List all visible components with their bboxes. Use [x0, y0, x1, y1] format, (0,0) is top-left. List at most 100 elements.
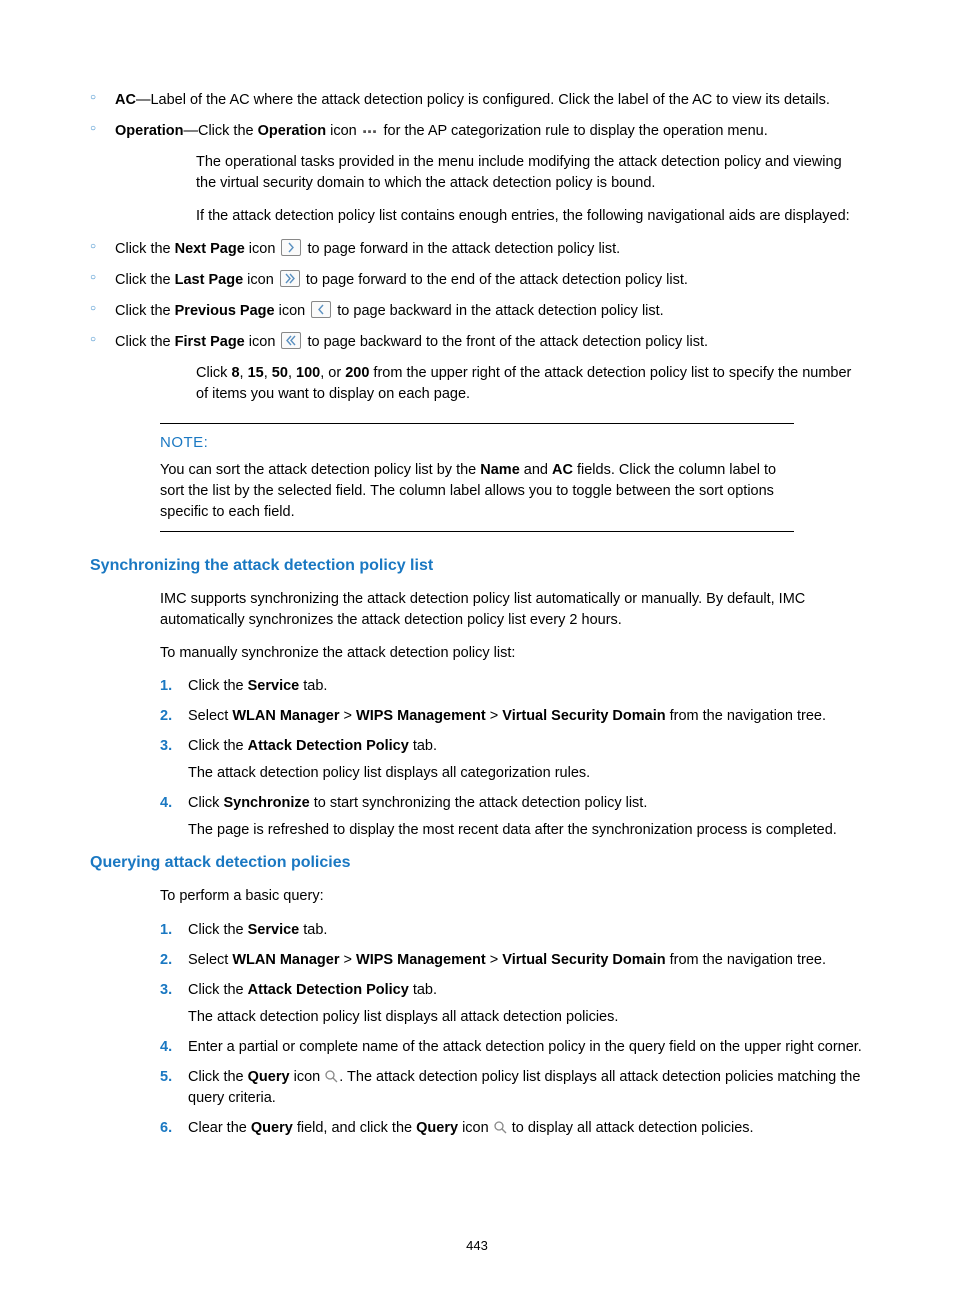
last-page-icon [280, 270, 300, 287]
nav-mid: icon [275, 303, 310, 319]
step-bold: Attack Detection Policy [248, 738, 409, 754]
prev-page-icon [311, 301, 331, 318]
step-text: Select [188, 708, 232, 724]
step-bold: Service [248, 922, 300, 938]
page-size-option: 15 [248, 365, 264, 381]
step-item: 4. Click Synchronize to start synchronizi… [160, 793, 864, 841]
navigation-aids-list: Click the Next Page icon to page forward… [90, 239, 864, 353]
step-text: tab. [299, 922, 327, 938]
step-text: from the navigation tree. [666, 708, 826, 724]
step-text: > [486, 952, 503, 968]
step-text: Click the [188, 678, 248, 694]
operation-label: Operation [115, 123, 183, 139]
note-separator-bottom [160, 531, 794, 532]
step-bold: WIPS Management [356, 708, 486, 724]
step-body: Click the Service tab. [188, 922, 327, 938]
step-item: 3.Click the Attack Detection Policy tab.… [160, 980, 864, 1028]
step-text: Click the [188, 738, 248, 754]
sync-intro-2: To manually synchronize the attack detec… [160, 643, 864, 664]
step-item: 1.Click the Service tab. [160, 920, 864, 941]
nav-bullet: Click the Last Page icon to page forward… [90, 270, 864, 291]
step-bold: WLAN Manager [232, 708, 339, 724]
query-search-icon [324, 1069, 339, 1084]
query-search-icon [493, 1120, 508, 1135]
op-b1: Operation [258, 123, 326, 139]
step-text: > [340, 708, 357, 724]
step-sub: The attack detection policy list display… [188, 763, 864, 784]
note-b1: Name [480, 462, 520, 478]
note-block: NOTE: You can sort the attack detection … [160, 423, 794, 532]
nav-mid: icon [245, 241, 280, 257]
step-body: Click Synchronize to start synchronizing… [188, 795, 647, 811]
step-number: 4. [160, 1037, 172, 1058]
step-item: 2.Select WLAN Manager > WIPS Management … [160, 706, 864, 727]
step-number: 5. [160, 1067, 172, 1088]
querying-heading: Querying attack detection policies [90, 851, 864, 874]
operational-tasks-paragraph: The operational tasks provided in the me… [196, 152, 864, 194]
step-text: icon [458, 1120, 493, 1136]
nav-bold: First Page [175, 334, 245, 350]
note-title: NOTE: [160, 432, 794, 454]
nav-after: to page forward to the end of the attack… [302, 272, 688, 288]
note-b2: AC [552, 462, 573, 478]
step-bold: Synchronize [223, 795, 309, 811]
step-bold: WIPS Management [356, 952, 486, 968]
first-page-icon [281, 332, 301, 349]
step-text: tab. [299, 678, 327, 694]
p3-pre: Click [196, 365, 231, 381]
nav-pre: Click the [115, 334, 175, 350]
step-bold: WLAN Manager [232, 952, 339, 968]
step-bold: Virtual Security Domain [502, 708, 665, 724]
step-number: 2. [160, 950, 172, 971]
nav-bullet: Click the First Page icon to page backwa… [90, 332, 864, 353]
step-item: 5.Click the Query icon . The attack dete… [160, 1067, 864, 1109]
note-mid: and [520, 462, 552, 478]
step-body: Clear the Query field, and click the Que… [188, 1120, 754, 1136]
step-body: Enter a partial or complete name of the … [188, 1039, 862, 1055]
operation-menu-icon: ▪▪▪ [361, 125, 380, 141]
step-text: Clear the [188, 1120, 251, 1136]
nav-pre: Click the [115, 241, 175, 257]
bullet-operation: Operation—Click the Operation icon ▪▪▪ f… [90, 121, 864, 142]
step-body: Select WLAN Manager > WIPS Management > … [188, 952, 826, 968]
step-text: icon [290, 1069, 325, 1085]
step-text: to start synchronizing the attack detect… [310, 795, 648, 811]
p3-after: from the upper right of the attack detec… [196, 365, 851, 402]
step-number: 6. [160, 1118, 172, 1139]
query-steps-list: 1.Click the Service tab. 2. Select WLAN Ma… [160, 920, 864, 1139]
note-body: You can sort the attack detection policy… [160, 460, 794, 523]
step-sub: The attack detection policy list display… [188, 1007, 864, 1028]
step-bold: Query [416, 1120, 458, 1136]
step-bold: Attack Detection Policy [248, 982, 409, 998]
note-pre: You can sort the attack detection policy… [160, 462, 480, 478]
step-number: 1. [160, 676, 172, 697]
step-number: 2. [160, 706, 172, 727]
op-t2: icon [326, 123, 361, 139]
step-item: 2. Select WLAN Manager > WIPS Management … [160, 950, 864, 971]
step-number: 3. [160, 980, 172, 1001]
nav-after: to page forward in the attack detection … [303, 241, 620, 257]
field-description-list: AC—Label of the AC where the attack dete… [90, 90, 864, 142]
step-text: tab. [409, 738, 437, 754]
synchronizing-heading: Synchronizing the attack detection polic… [90, 554, 864, 577]
step-item: 4. Enter a partial or complete name of th… [160, 1037, 864, 1058]
step-text: Enter a partial or complete name of the … [188, 1039, 862, 1055]
step-item: 1.Click the Service tab. [160, 676, 864, 697]
nav-bold: Previous Page [175, 303, 275, 319]
page-size-option: 200 [345, 365, 369, 381]
nav-pre: Click the [115, 272, 175, 288]
nav-pre: Click the [115, 303, 175, 319]
step-text: field, and click the [293, 1120, 416, 1136]
page-size-paragraph: Click 8, 15, 50, 100, or 200 from the up… [196, 363, 864, 405]
step-body: Click the Attack Detection Policy tab. [188, 738, 437, 754]
step-text: to display all attack detection policies… [508, 1120, 754, 1136]
step-sub: The page is refreshed to display the mos… [188, 820, 864, 841]
step-bold: Query [248, 1069, 290, 1085]
step-text: > [486, 708, 503, 724]
note-separator-top [160, 423, 794, 424]
step-number: 3. [160, 736, 172, 757]
ac-desc: —Label of the AC where the attack detect… [136, 92, 830, 108]
next-page-icon [281, 239, 301, 256]
nav-bullet: Click the Next Page icon to page forward… [90, 239, 864, 260]
step-number: 4. [160, 793, 172, 814]
